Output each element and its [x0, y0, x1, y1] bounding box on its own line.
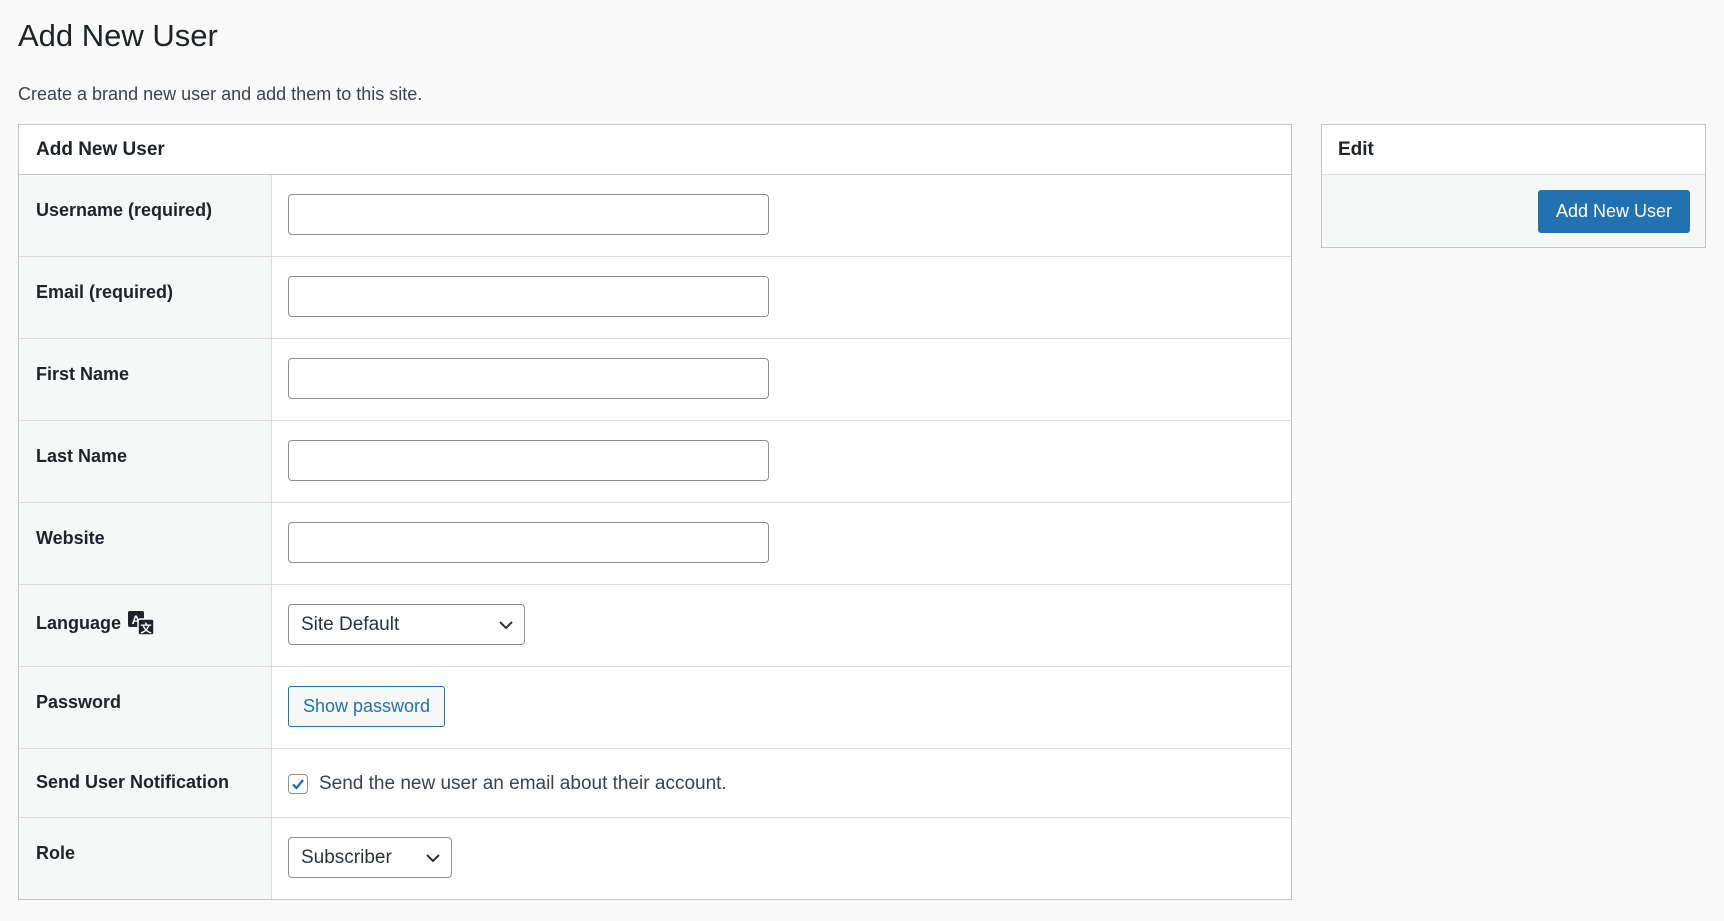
notification-checkbox-label[interactable]: Send the new user an email about their a… — [319, 773, 727, 795]
language-row: Language A 文 Site Default — [19, 585, 1291, 667]
email-row: Email (required) — [19, 257, 1291, 339]
sidebar-header: Edit — [1322, 125, 1705, 175]
last-name-row: Last Name — [19, 421, 1291, 503]
edit-sidebar-panel: Edit Add New User — [1321, 124, 1706, 248]
page-description: Create a brand new user and add them to … — [18, 84, 423, 104]
notification-label: Send User Notification — [19, 749, 272, 817]
chevron-down-icon — [499, 620, 513, 629]
form-panel-header: Add New User — [19, 125, 1291, 175]
chevron-down-icon — [426, 853, 440, 862]
username-row: Username (required) — [19, 175, 1291, 257]
first-name-row: First Name — [19, 339, 1291, 421]
sidebar-body: Add New User — [1322, 175, 1705, 247]
notification-option: Send the new user an email about their a… — [288, 773, 1291, 795]
email-input[interactable] — [288, 276, 769, 317]
language-select[interactable]: Site Default — [288, 604, 525, 645]
language-label-wrap: Language A 文 — [36, 610, 155, 636]
username-label: Username (required) — [19, 175, 272, 256]
role-selected-value: Subscriber — [301, 846, 392, 868]
username-input[interactable] — [288, 194, 769, 235]
translate-icon: A 文 — [128, 611, 155, 636]
website-label: Website — [19, 503, 272, 584]
language-label: Language — [36, 612, 122, 633]
add-new-user-button[interactable]: Add New User — [1537, 190, 1690, 233]
last-name-input[interactable] — [288, 440, 769, 481]
notification-row: Send User Notification Send the new user… — [19, 749, 1291, 818]
website-input[interactable] — [288, 522, 769, 563]
show-password-button[interactable]: Show password — [288, 686, 446, 727]
checkmark-icon — [292, 779, 304, 790]
page-title: Add New User — [18, 18, 218, 53]
email-label: Email (required) — [19, 257, 272, 338]
language-selected-value: Site Default — [301, 613, 400, 635]
password-label: Password — [19, 667, 272, 748]
role-label: Role — [19, 818, 272, 899]
password-row: Password Show password — [19, 667, 1291, 749]
role-select[interactable]: Subscriber — [288, 837, 452, 878]
first-name-input[interactable] — [288, 358, 769, 399]
notification-checkbox[interactable] — [288, 774, 308, 794]
add-user-form-panel: Add New User Username (required) Email (… — [18, 124, 1292, 900]
first-name-label: First Name — [19, 339, 272, 420]
svg-text:文: 文 — [141, 621, 153, 635]
role-row: Role Subscriber — [19, 818, 1291, 899]
last-name-label: Last Name — [19, 421, 272, 502]
website-row: Website — [19, 503, 1291, 585]
